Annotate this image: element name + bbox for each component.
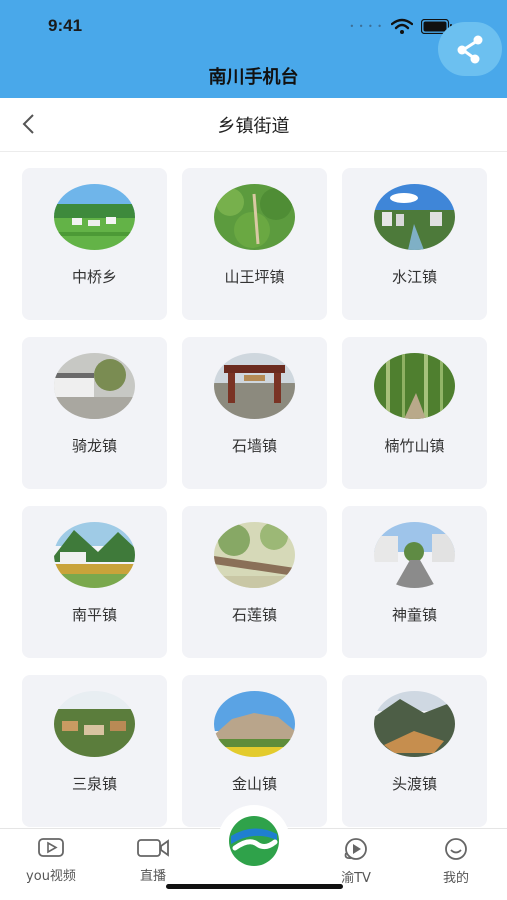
- town-card[interactable]: 神童镇: [342, 506, 487, 658]
- status-icons: • • • •: [349, 18, 453, 34]
- app-title: 南川手机台: [208, 67, 299, 88]
- share-icon: [457, 35, 483, 64]
- town-card[interactable]: 南平镇: [22, 506, 167, 658]
- bottom-tab-bar: you视频 直播 渝TV 我的: [0, 805, 507, 900]
- town-card[interactable]: 石墙镇: [182, 337, 327, 489]
- town-name: 水江镇: [391, 268, 437, 286]
- town-photo: [374, 691, 455, 757]
- tab-label: 直播: [139, 869, 166, 884]
- town-name: 石莲镇: [231, 606, 277, 624]
- town-name: 三泉镇: [71, 775, 117, 793]
- smiley-icon: [445, 838, 467, 860]
- town-card[interactable]: 三泉镇: [22, 675, 167, 827]
- town-name: 南平镇: [71, 606, 117, 624]
- town-card[interactable]: 楠竹山镇: [342, 337, 487, 489]
- town-photo: [54, 353, 135, 419]
- town-name: 神童镇: [391, 606, 437, 624]
- town-photo: [374, 522, 455, 588]
- home-indicator: [166, 884, 343, 889]
- town-name: 楠竹山镇: [384, 437, 445, 455]
- tab-label: 我的: [442, 871, 469, 886]
- signal-icon: • • • •: [349, 21, 383, 31]
- town-card[interactable]: 骑龙镇: [22, 337, 167, 489]
- tab-live[interactable]: 直播: [113, 837, 193, 884]
- nav-bar: 乡镇街道: [0, 98, 507, 152]
- town-card[interactable]: 头渡镇: [342, 675, 487, 827]
- center-logo-icon: [229, 816, 279, 866]
- town-name: 骑龙镇: [71, 437, 117, 455]
- town-card[interactable]: 山王坪镇: [182, 168, 327, 320]
- tab-you-video[interactable]: you视频: [11, 837, 91, 884]
- tv-icon: [344, 838, 367, 860]
- town-photo: [54, 522, 135, 588]
- town-name: 山王坪镇: [224, 268, 285, 286]
- town-photo: [214, 522, 295, 588]
- video-play-icon: [38, 838, 64, 857]
- wifi-icon: [391, 18, 413, 34]
- app-header: 9:41 • • • • 南川手机台: [0, 0, 507, 98]
- town-card[interactable]: 水江镇: [342, 168, 487, 320]
- town-name: 金山镇: [231, 775, 277, 793]
- town-photo: [214, 691, 295, 757]
- town-photo: [214, 184, 295, 250]
- share-button[interactable]: [438, 22, 502, 76]
- town-photo: [374, 353, 455, 419]
- page-title: 乡镇街道: [217, 116, 290, 137]
- town-photo: [54, 184, 135, 250]
- town-photo: [214, 353, 295, 419]
- town-photo: [54, 691, 135, 757]
- town-card[interactable]: 中桥乡: [22, 168, 167, 320]
- status-time: 9:41: [48, 16, 83, 35]
- tab-center-logo[interactable]: [218, 805, 290, 877]
- town-card[interactable]: 石莲镇: [182, 506, 327, 658]
- tab-mine[interactable]: 我的: [416, 837, 496, 886]
- tab-yu-tv[interactable]: 渝TV: [316, 837, 396, 886]
- town-photo: [374, 184, 455, 250]
- town-name: 中桥乡: [71, 268, 117, 286]
- tab-label: you视频: [26, 869, 76, 884]
- town-name: 头渡镇: [391, 775, 437, 793]
- town-name: 石墙镇: [231, 437, 277, 455]
- camera-icon: [137, 839, 169, 857]
